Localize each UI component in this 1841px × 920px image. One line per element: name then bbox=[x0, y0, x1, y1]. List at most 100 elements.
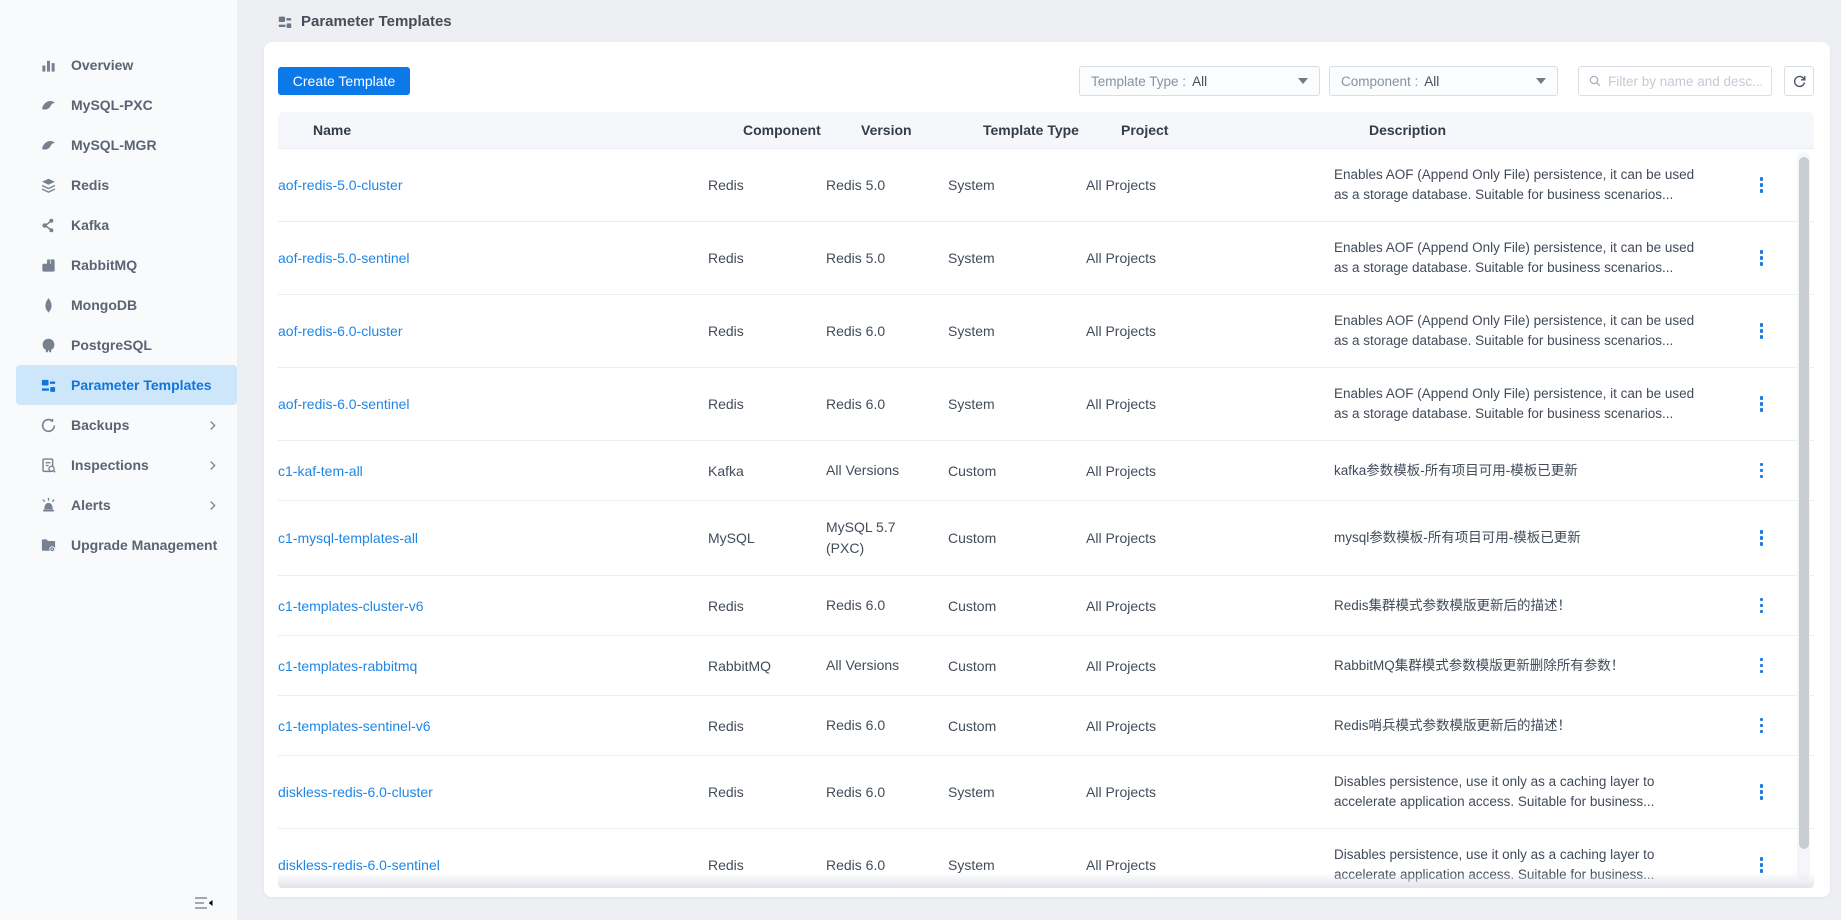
component-filter-dropdown[interactable]: Component : All bbox=[1329, 66, 1558, 96]
description-cell: Enables AOF (Append Only File) persisten… bbox=[1334, 384, 1709, 424]
sidebar-menu: Overview MySQL-PXC MySQL-MGR Redis bbox=[0, 0, 237, 565]
description-cell: Disables persistence, use it only as a c… bbox=[1334, 845, 1709, 885]
description-cell: Enables AOF (Append Only File) persisten… bbox=[1334, 238, 1709, 278]
column-header-component: Component bbox=[743, 122, 861, 138]
rabbitmq-icon bbox=[40, 257, 57, 274]
search-box bbox=[1578, 66, 1772, 96]
refresh-icon bbox=[1792, 74, 1807, 89]
template-type-filter-dropdown[interactable]: Template Type : All bbox=[1079, 66, 1320, 96]
sidebar-item-label: MySQL-MGR bbox=[71, 135, 157, 155]
template-name-link[interactable]: aof-redis-6.0-sentinel bbox=[278, 396, 410, 412]
template-type-filter-value: All bbox=[1192, 74, 1207, 89]
sidebar-item-label: Inspections bbox=[71, 455, 149, 475]
template-name-link[interactable]: c1-mysql-templates-all bbox=[278, 530, 418, 546]
sidebar-item[interactable]: Backups bbox=[16, 405, 237, 445]
alert-icon bbox=[40, 497, 57, 514]
template-name-link[interactable]: c1-kaf-tem-all bbox=[278, 463, 363, 479]
sidebar-collapse-button[interactable] bbox=[194, 896, 218, 914]
description-cell: kafka参数模板-所有项目可用-模板已更新 bbox=[1334, 461, 1709, 481]
row-actions-button[interactable] bbox=[1752, 653, 1772, 679]
template-type-cell: Custom bbox=[948, 718, 1086, 734]
table-row: aof-redis-5.0-cluster Redis Redis 5.0 Sy… bbox=[278, 148, 1814, 221]
component-cell: Kafka bbox=[708, 463, 826, 479]
sidebar-item[interactable]: Upgrade Management bbox=[16, 525, 237, 565]
create-template-button[interactable]: Create Template bbox=[278, 67, 410, 95]
description-cell: Redis集群模式参数模版更新后的描述！ bbox=[1334, 596, 1709, 616]
template-name-link[interactable]: c1-templates-sentinel-v6 bbox=[278, 718, 431, 734]
templates-table: Name Component Version Template Type Pro… bbox=[278, 112, 1814, 888]
project-cell: All Projects bbox=[1086, 250, 1334, 266]
sidebar-item-label: Parameter Templates bbox=[71, 375, 212, 395]
sidebar-item-label: MySQL-PXC bbox=[71, 95, 153, 115]
component-filter-label: Component : bbox=[1341, 74, 1418, 89]
chevron-right-icon bbox=[206, 499, 219, 512]
project-cell: All Projects bbox=[1086, 177, 1334, 193]
component-cell: Redis bbox=[708, 177, 826, 193]
column-header-description: Description bbox=[1369, 122, 1744, 138]
sidebar-item[interactable]: Inspections bbox=[16, 445, 237, 485]
template-name-link[interactable]: aof-redis-5.0-sentinel bbox=[278, 250, 410, 266]
column-header-name: Name bbox=[313, 122, 743, 138]
params-icon bbox=[40, 377, 57, 394]
table-row: aof-redis-5.0-sentinel Redis Redis 5.0 S… bbox=[278, 221, 1814, 294]
row-actions-button[interactable] bbox=[1752, 245, 1772, 271]
table-row: aof-redis-6.0-cluster Redis Redis 6.0 Sy… bbox=[278, 294, 1814, 367]
template-name-link[interactable]: diskless-redis-6.0-cluster bbox=[278, 784, 433, 800]
sidebar-item[interactable]: RabbitMQ bbox=[16, 245, 237, 285]
sidebar-item[interactable]: MySQL-PXC bbox=[16, 85, 237, 125]
project-cell: All Projects bbox=[1086, 463, 1334, 479]
refresh-button[interactable] bbox=[1784, 66, 1814, 96]
sidebar-item[interactable]: Overview bbox=[16, 45, 237, 85]
description-cell: mysql参数模板-所有项目可用-模板已更新 bbox=[1334, 528, 1709, 548]
template-type-cell: Custom bbox=[948, 658, 1086, 674]
column-header-version: Version bbox=[861, 122, 983, 138]
template-type-cell: Custom bbox=[948, 463, 1086, 479]
vertical-scrollbar-thumb[interactable] bbox=[1799, 157, 1809, 849]
template-name-link[interactable]: c1-templates-rabbitmq bbox=[278, 658, 417, 674]
row-actions-button[interactable] bbox=[1752, 318, 1772, 344]
table-row: c1-templates-rabbitmq RabbitMQ All Versi… bbox=[278, 635, 1814, 695]
component-filter-value: All bbox=[1424, 74, 1439, 89]
component-cell: Redis bbox=[708, 250, 826, 266]
search-input[interactable] bbox=[1608, 74, 1762, 89]
sidebar-item-label: Upgrade Management bbox=[71, 535, 217, 555]
description-cell: Redis哨兵模式参数模版更新后的描述！ bbox=[1334, 716, 1709, 736]
template-type-filter-label: Template Type : bbox=[1091, 74, 1186, 89]
sidebar-item[interactable]: Alerts bbox=[16, 485, 237, 525]
template-name-link[interactable]: aof-redis-6.0-cluster bbox=[278, 323, 403, 339]
template-name-link[interactable]: diskless-redis-6.0-sentinel bbox=[278, 857, 440, 873]
sidebar-item[interactable]: Parameter Templates bbox=[16, 365, 237, 405]
template-name-link[interactable]: c1-templates-cluster-v6 bbox=[278, 598, 424, 614]
sidebar-item[interactable]: Redis bbox=[16, 165, 237, 205]
caret-down-icon bbox=[1536, 78, 1546, 84]
mongodb-icon bbox=[40, 297, 57, 314]
template-type-cell: Custom bbox=[948, 598, 1086, 614]
row-actions-button[interactable] bbox=[1752, 172, 1772, 198]
sidebar-item[interactable]: MySQL-MGR bbox=[16, 125, 237, 165]
sidebar-item[interactable]: PostgreSQL bbox=[16, 325, 237, 365]
sidebar-item[interactable]: Kafka bbox=[16, 205, 237, 245]
column-header-project: Project bbox=[1121, 122, 1369, 138]
template-type-cell: System bbox=[948, 784, 1086, 800]
row-actions-button[interactable] bbox=[1752, 391, 1772, 417]
row-actions-button[interactable] bbox=[1752, 593, 1772, 619]
row-actions-button[interactable] bbox=[1752, 713, 1772, 739]
template-name-link[interactable]: aof-redis-5.0-cluster bbox=[278, 177, 403, 193]
column-header-template-type: Template Type bbox=[983, 122, 1121, 138]
row-actions-button[interactable] bbox=[1752, 852, 1772, 878]
component-cell: Redis bbox=[708, 598, 826, 614]
sidebar-item[interactable]: MongoDB bbox=[16, 285, 237, 325]
caret-down-icon bbox=[1298, 78, 1308, 84]
row-actions-button[interactable] bbox=[1752, 458, 1772, 484]
row-actions-button[interactable] bbox=[1752, 525, 1772, 551]
version-cell: Redis 5.0 bbox=[826, 175, 948, 196]
project-cell: All Projects bbox=[1086, 323, 1334, 339]
version-cell: Redis 5.0 bbox=[826, 248, 948, 269]
row-actions-button[interactable] bbox=[1752, 779, 1772, 805]
table-row: c1-templates-cluster-v6 Redis Redis 6.0 … bbox=[278, 575, 1814, 635]
vertical-scrollbar-track[interactable] bbox=[1797, 152, 1810, 880]
table-row: aof-redis-6.0-sentinel Redis Redis 6.0 S… bbox=[278, 367, 1814, 440]
version-cell: Redis 6.0 bbox=[826, 715, 948, 736]
sidebar-item-label: Alerts bbox=[71, 495, 111, 515]
template-type-cell: System bbox=[948, 177, 1086, 193]
